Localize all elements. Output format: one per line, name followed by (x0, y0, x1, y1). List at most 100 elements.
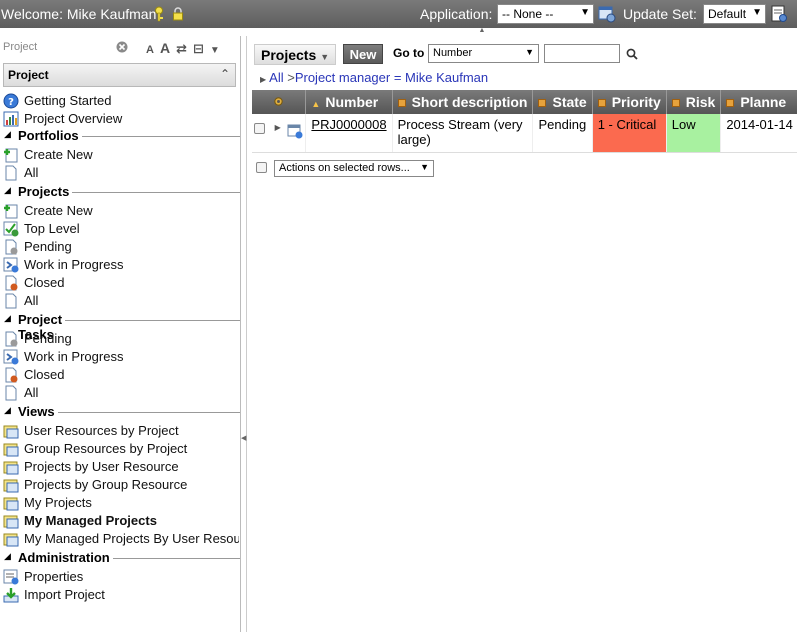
column-options-header[interactable] (252, 90, 307, 114)
cell-priority: 1 - Critical (592, 114, 667, 153)
nav-item-label: All (24, 385, 39, 400)
navigator-tools: A A ⇄ ⊟ ▼ (146, 40, 226, 57)
breadcrumb-separator: > (287, 70, 295, 85)
cell-planned: 2014-01-14 (720, 114, 797, 153)
group-expanded-icon: ◢ (4, 313, 11, 323)
chevron-down-icon: ▼ (525, 47, 534, 57)
update-set-select[interactable]: Default ▼ (703, 4, 766, 24)
nav-item-label: Top Level (24, 221, 80, 236)
nav-item-label: Closed (24, 367, 65, 382)
refresh-icon[interactable]: ⇄ (176, 41, 187, 57)
closed-icon (3, 367, 19, 383)
breadcrumb-filter-link[interactable]: Project manager = Mike Kaufman (295, 70, 488, 85)
view-icon (3, 477, 19, 493)
pending-icon (3, 331, 19, 347)
create-new-icon (3, 147, 19, 163)
record-number-link[interactable]: PRJ0000008 (311, 117, 386, 132)
projects-table: ▲ Number Short description State Priority… (252, 90, 797, 153)
view-icon (3, 423, 19, 439)
decrease-font-icon[interactable]: A (146, 44, 154, 56)
cell-number: PRJ0000008 (305, 114, 393, 153)
view-icon (3, 459, 19, 475)
navigator-menu-icon[interactable]: ▼ (210, 45, 220, 56)
list-title: Projects (261, 47, 317, 63)
breadcrumb-expand-icon[interactable]: ▶ (260, 75, 266, 84)
application-label: Application: (420, 6, 493, 22)
gear-icon[interactable] (273, 94, 284, 110)
navigator-section-project[interactable]: Project ⌃ (3, 63, 236, 87)
nav-item-label: Import Project (24, 587, 105, 602)
nav-item-label: Project Overview (24, 111, 123, 126)
column-header-state[interactable]: State (532, 90, 593, 114)
collapse-section-icon[interactable]: ⌃ (220, 67, 230, 81)
work-in-progress-icon (3, 257, 19, 273)
column-header-label: Priority (611, 94, 661, 110)
increase-font-icon[interactable]: A (160, 40, 170, 56)
nav-item-view-my-managed-projects-by-user-resource[interactable]: My Managed Projects By User Resou (3, 530, 239, 548)
group-expanded-icon: ◢ (4, 405, 11, 415)
section-title: Project (8, 68, 49, 82)
column-header-planned[interactable]: Planne (720, 90, 797, 114)
table-row[interactable]: ▶ PRJ0000008 Process Stream (very large)… (252, 114, 797, 153)
select-all-checkbox[interactable] (256, 162, 267, 173)
navigator-filter-input[interactable]: Project (0, 38, 132, 56)
search-icon[interactable] (626, 48, 638, 63)
nav-item-label: My Managed Projects By User Resou (24, 531, 239, 546)
table-header-row: ▲ Number Short description State Priority… (252, 90, 797, 114)
collapse-banner-toggle[interactable]: ▲ (476, 27, 488, 36)
goto-field-select[interactable]: Number ▼ (428, 44, 539, 63)
pending-icon (3, 239, 19, 255)
column-header-number[interactable]: ▲ Number (305, 90, 393, 114)
application-settings-icon[interactable] (598, 5, 616, 26)
row-controls: ▶ (252, 114, 307, 153)
nav-item-label: Getting Started (24, 93, 112, 108)
goto-search-input[interactable] (544, 44, 620, 63)
chart-icon (3, 111, 19, 127)
nav-item-label: Work in Progress (24, 349, 124, 364)
nav-item-label: Create New (24, 147, 93, 162)
column-header-short-description[interactable]: Short description (392, 90, 534, 114)
list-title-menu-button[interactable]: Projects ▼ (254, 44, 337, 65)
application-navigator: Project A A ⇄ ⊟ ▼ Project ⌃ ? Getting Starte… (0, 36, 241, 632)
top-banner: Welcome: Mike Kaufman Application: -- No… (0, 0, 797, 28)
actions-select-value: Actions on selected rows... (279, 162, 410, 174)
breadcrumb: ▶ All >Project manager = Mike Kaufman (260, 70, 488, 85)
nav-item-label: All (24, 293, 39, 308)
chevron-down-icon: ▼ (752, 7, 762, 18)
lock-icon[interactable] (172, 7, 184, 24)
view-icon (3, 495, 19, 511)
nav-group-label: Administration (18, 550, 113, 565)
breadcrumb-all-link[interactable]: All (269, 70, 283, 85)
navigator-splitter[interactable]: ◀ (241, 36, 247, 632)
welcome-text: Welcome: Mike Kaufman (1, 6, 157, 22)
key-icon[interactable] (153, 6, 165, 25)
row-expand-icon[interactable]: ▶ (275, 123, 281, 132)
navigator-filter-row: Project A A ⇄ ⊟ ▼ (0, 38, 240, 58)
field-cube-icon (726, 99, 735, 108)
field-cube-icon (397, 99, 406, 108)
column-header-priority[interactable]: Priority (592, 90, 667, 114)
collapse-all-icon[interactable]: ⊟ (193, 41, 204, 57)
cell-risk: Low (666, 114, 722, 153)
collapse-navigator-icon[interactable]: ◀ (241, 434, 246, 442)
nav-item-label: Pending (24, 239, 72, 254)
create-new-icon (3, 203, 19, 219)
record-preview-icon[interactable] (287, 124, 303, 142)
nav-item-label: Closed (24, 275, 65, 290)
row-checkbox[interactable] (254, 123, 265, 134)
cell-short-description: Process Stream (very large) (392, 114, 534, 153)
nav-item-label: User Resources by Project (24, 423, 179, 438)
nav-item-label: My Projects (24, 495, 92, 510)
properties-icon (3, 569, 19, 585)
nav-item-label: Group Resources by Project (24, 441, 188, 456)
new-button[interactable]: New (343, 44, 383, 64)
application-select[interactable]: -- None -- ▼ (497, 4, 594, 24)
svg-text:?: ? (8, 97, 14, 108)
column-header-risk[interactable]: Risk (666, 90, 722, 114)
document-icon (3, 293, 19, 309)
column-header-label: Short description (411, 94, 528, 110)
clear-filter-icon[interactable] (116, 41, 128, 56)
list-pane: Projects ▼ New Go to Number ▼ ▶ All >Proje… (248, 36, 797, 632)
update-set-icon[interactable] (770, 5, 788, 26)
actions-on-selected-rows-select[interactable]: Actions on selected rows... ▼ (274, 160, 434, 177)
